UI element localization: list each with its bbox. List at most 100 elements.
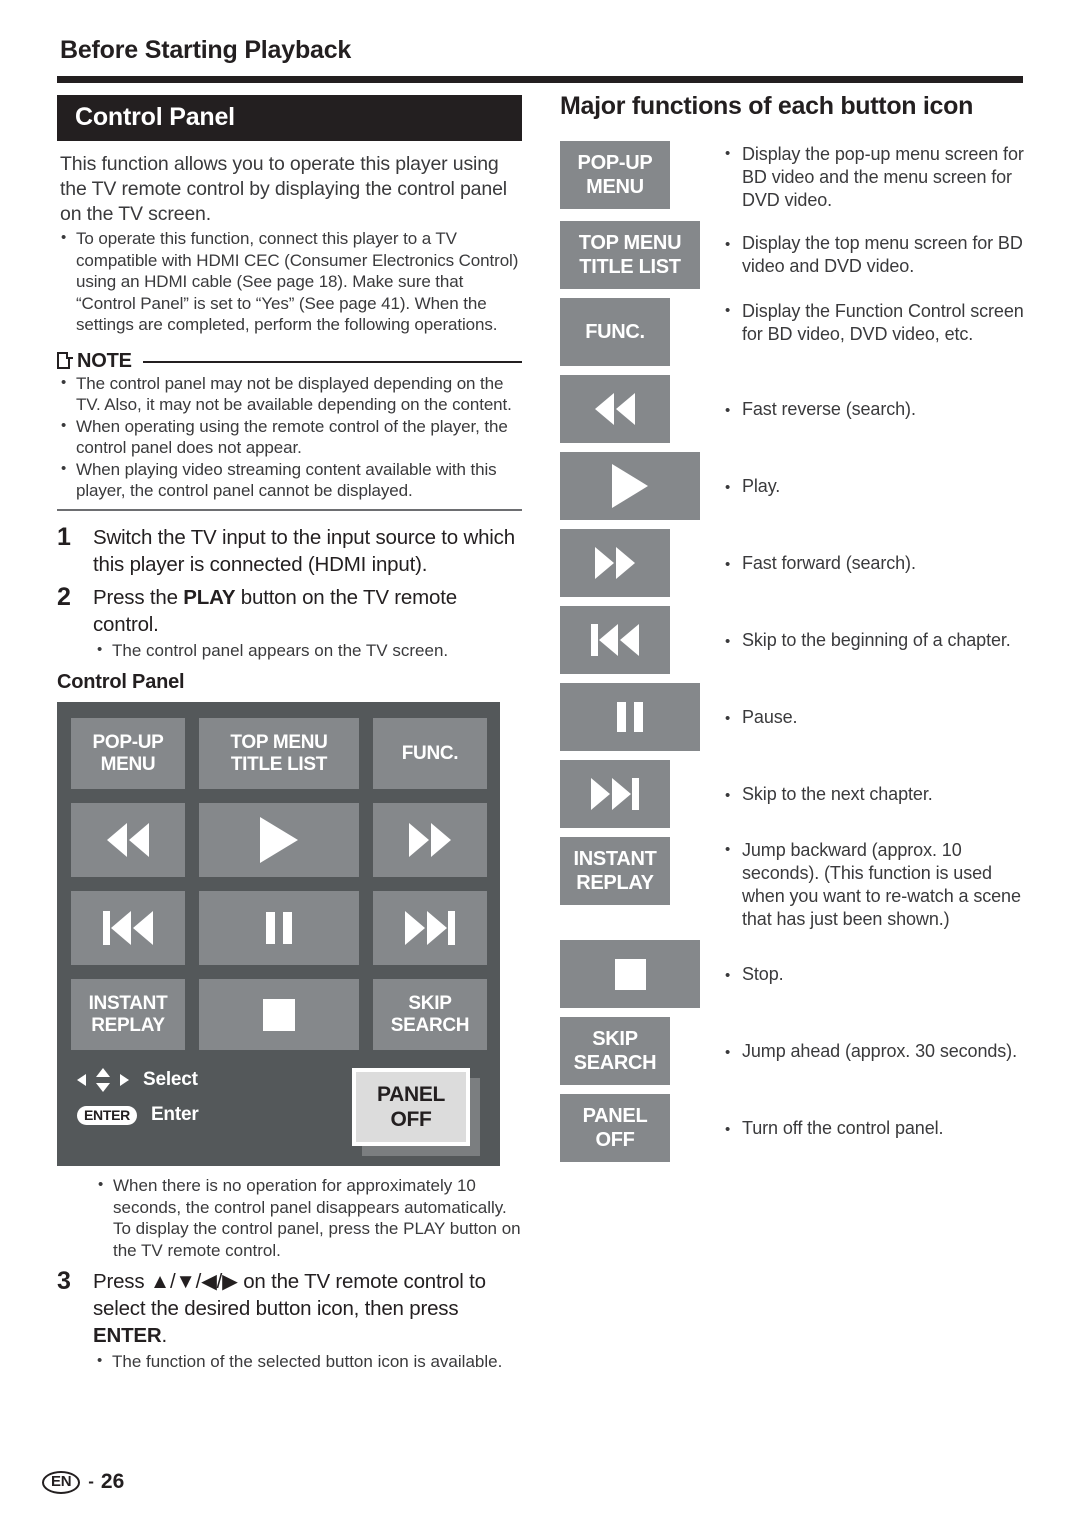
- function-table: POP-UPMENU Display the pop-up menu scree…: [560, 141, 1030, 1162]
- list-item: When there is no operation for approxima…: [94, 1174, 522, 1261]
- function-row-fast-forward: Fast forward (search).: [560, 529, 1030, 597]
- fn-description: Display the top menu screen for BD video…: [723, 232, 1030, 278]
- fn-button-skip-previous[interactable]: [560, 606, 670, 674]
- cp-button-play[interactable]: [199, 803, 359, 877]
- fn-button-panel-off[interactable]: PANEL OFF: [560, 1094, 670, 1162]
- footer-dash: -: [88, 1472, 94, 1491]
- cp-button-func[interactable]: FUNC.: [373, 718, 487, 789]
- panel-off-label-line1: PANEL: [376, 1083, 446, 1106]
- function-row-instant-replay: INSTANTREPLAY Jump backward (approx. 10 …: [560, 837, 1030, 931]
- cp-button-skip-next[interactable]: [373, 891, 487, 965]
- cp-button-panel-off-selected[interactable]: PANEL OFF: [352, 1068, 480, 1156]
- fn-button-instant-replay[interactable]: INSTANT REPLAY: [560, 837, 670, 905]
- page-footer: EN - 26: [42, 1470, 124, 1494]
- cp-button-fast-reverse[interactable]: [71, 803, 185, 877]
- play-icon: [612, 464, 648, 508]
- enter-badge: ENTER: [77, 1105, 137, 1125]
- fast-reverse-icon: [107, 823, 149, 857]
- step-text-pre: Press: [93, 1270, 150, 1293]
- panel-off-face: PANEL OFF: [352, 1068, 470, 1146]
- running-head: Before Starting Playback: [60, 36, 352, 64]
- fn-description: Turn off the control panel.: [723, 1117, 944, 1141]
- note-bullet-list: The control panel may not be displayed d…: [57, 372, 522, 502]
- cp-button-label-line2: REPLAY: [91, 1014, 165, 1036]
- fn-button-func[interactable]: FUNC.: [560, 298, 670, 366]
- cp-button-popup-menu[interactable]: POP-UP MENU: [71, 718, 185, 789]
- control-panel-legend: Select ENTER Enter: [77, 1068, 199, 1138]
- fn-button-label-line1: FUNC.: [585, 321, 645, 343]
- right-column-title: Major functions of each button icon: [560, 92, 974, 120]
- cp-button-skip-previous[interactable]: [71, 891, 185, 965]
- manual-page: Before Starting Playback Control Panel T…: [0, 0, 1080, 1532]
- legend-select-row: Select: [77, 1068, 199, 1092]
- cp-button-stop[interactable]: [199, 979, 359, 1050]
- fn-description: Stop.: [723, 963, 784, 987]
- section-title-bar: Control Panel: [57, 95, 522, 141]
- fn-description: Display the Function Control screen for …: [723, 298, 1030, 346]
- note-header: NOTE: [57, 350, 522, 373]
- list-item: The control panel appears on the TV scre…: [93, 639, 522, 662]
- note-divider: [142, 361, 522, 363]
- fn-button-label-line1: POP-UP: [577, 152, 653, 174]
- fn-button-fast-reverse[interactable]: [560, 375, 670, 443]
- control-panel-row-3: [71, 891, 487, 965]
- fn-button-top-menu-title-list[interactable]: TOP MENU TITLE LIST: [560, 221, 700, 289]
- panel-off-label-line2: OFF: [390, 1108, 432, 1131]
- fn-button-label-line1: TOP MENU: [578, 232, 682, 254]
- fn-button-pause[interactable]: [560, 683, 700, 751]
- function-row-stop: Stop.: [560, 940, 1030, 1008]
- fn-button-play[interactable]: [560, 452, 700, 520]
- fn-button-label-line2: SEARCH: [573, 1052, 657, 1074]
- fn-description: Jump backward (approx. 10 seconds). (Thi…: [723, 837, 1030, 931]
- after-panel-bullet-text: When there is no operation for approxima…: [113, 1176, 521, 1260]
- step-text: Press ▲/▼/◀/▶ on the TV remote control t…: [93, 1268, 522, 1349]
- function-row-play: Play.: [560, 452, 1030, 520]
- left-column: Control Panel This function allows you t…: [57, 95, 522, 1373]
- function-row-skip-previous: Skip to the beginning of a chapter.: [560, 606, 1030, 674]
- step-number: 1: [57, 522, 71, 551]
- fn-button-label-line2: TITLE LIST: [579, 256, 681, 278]
- function-row-fast-reverse: Fast reverse (search).: [560, 375, 1030, 443]
- fn-description: Jump ahead (approx. 30 seconds).: [723, 1040, 1017, 1064]
- cp-button-label-line1: POP-UP: [92, 731, 164, 753]
- control-panel-footer: Select ENTER Enter PANEL OFF: [71, 1064, 486, 1156]
- fast-forward-icon: [595, 547, 635, 579]
- fn-description: Display the pop-up menu screen for BD vi…: [723, 141, 1030, 212]
- cp-button-label-line1: TOP MENU: [230, 731, 328, 753]
- cp-button-top-menu-title-list[interactable]: TOP MENU TITLE LIST: [199, 718, 359, 789]
- step-text: Switch the TV input to the input source …: [93, 525, 515, 576]
- step-text-pre: Press the: [93, 585, 184, 609]
- fn-button-label-line2: MENU: [586, 176, 644, 198]
- fn-button-stop[interactable]: [560, 940, 700, 1008]
- fn-description: Skip to the next chapter.: [723, 783, 933, 807]
- list-item: The control panel may not be displayed d…: [57, 372, 522, 416]
- list-item: The function of the selected button icon…: [93, 1350, 522, 1373]
- cp-button-label-line1: SKIP: [408, 992, 452, 1014]
- fast-reverse-icon: [595, 393, 635, 425]
- direction-arrows-glyph: ▲/▼/◀/▶: [149, 1270, 238, 1293]
- header-rule: [57, 76, 1023, 83]
- dpad-arrows-icon: [77, 1068, 129, 1092]
- fn-button-popup-menu[interactable]: POP-UP MENU: [560, 141, 670, 209]
- skip-next-icon: [591, 778, 639, 810]
- fn-description: Fast forward (search).: [723, 552, 916, 576]
- cp-button-instant-replay[interactable]: INSTANT REPLAY: [71, 979, 185, 1050]
- cp-button-label-line2: SEARCH: [390, 1014, 470, 1036]
- cp-button-fast-forward[interactable]: [373, 803, 487, 877]
- control-panel-caption: Control Panel: [57, 671, 185, 693]
- function-row-panel-off: PANELOFF Turn off the control panel.: [560, 1094, 1030, 1162]
- step-number: 3: [57, 1267, 71, 1295]
- legend-select-label: Select: [143, 1069, 198, 1090]
- stop-icon: [263, 998, 295, 1031]
- cp-button-skip-search[interactable]: SKIP SEARCH: [373, 979, 487, 1050]
- step-2: 2 Press the PLAY button on the TV remote…: [57, 583, 522, 662]
- fn-button-label-line2: OFF: [595, 1129, 635, 1151]
- fn-button-skip-next[interactable]: [560, 760, 670, 828]
- fn-button-skip-search[interactable]: SKIP SEARCH: [560, 1017, 670, 1085]
- note-block: NOTE The control panel may not be displa…: [57, 350, 522, 511]
- skip-next-icon: [405, 911, 455, 945]
- page-number: 26: [100, 1470, 125, 1493]
- step-text-emphasis: ENTER: [93, 1324, 162, 1347]
- fn-button-fast-forward[interactable]: [560, 529, 670, 597]
- cp-button-pause[interactable]: [199, 891, 359, 965]
